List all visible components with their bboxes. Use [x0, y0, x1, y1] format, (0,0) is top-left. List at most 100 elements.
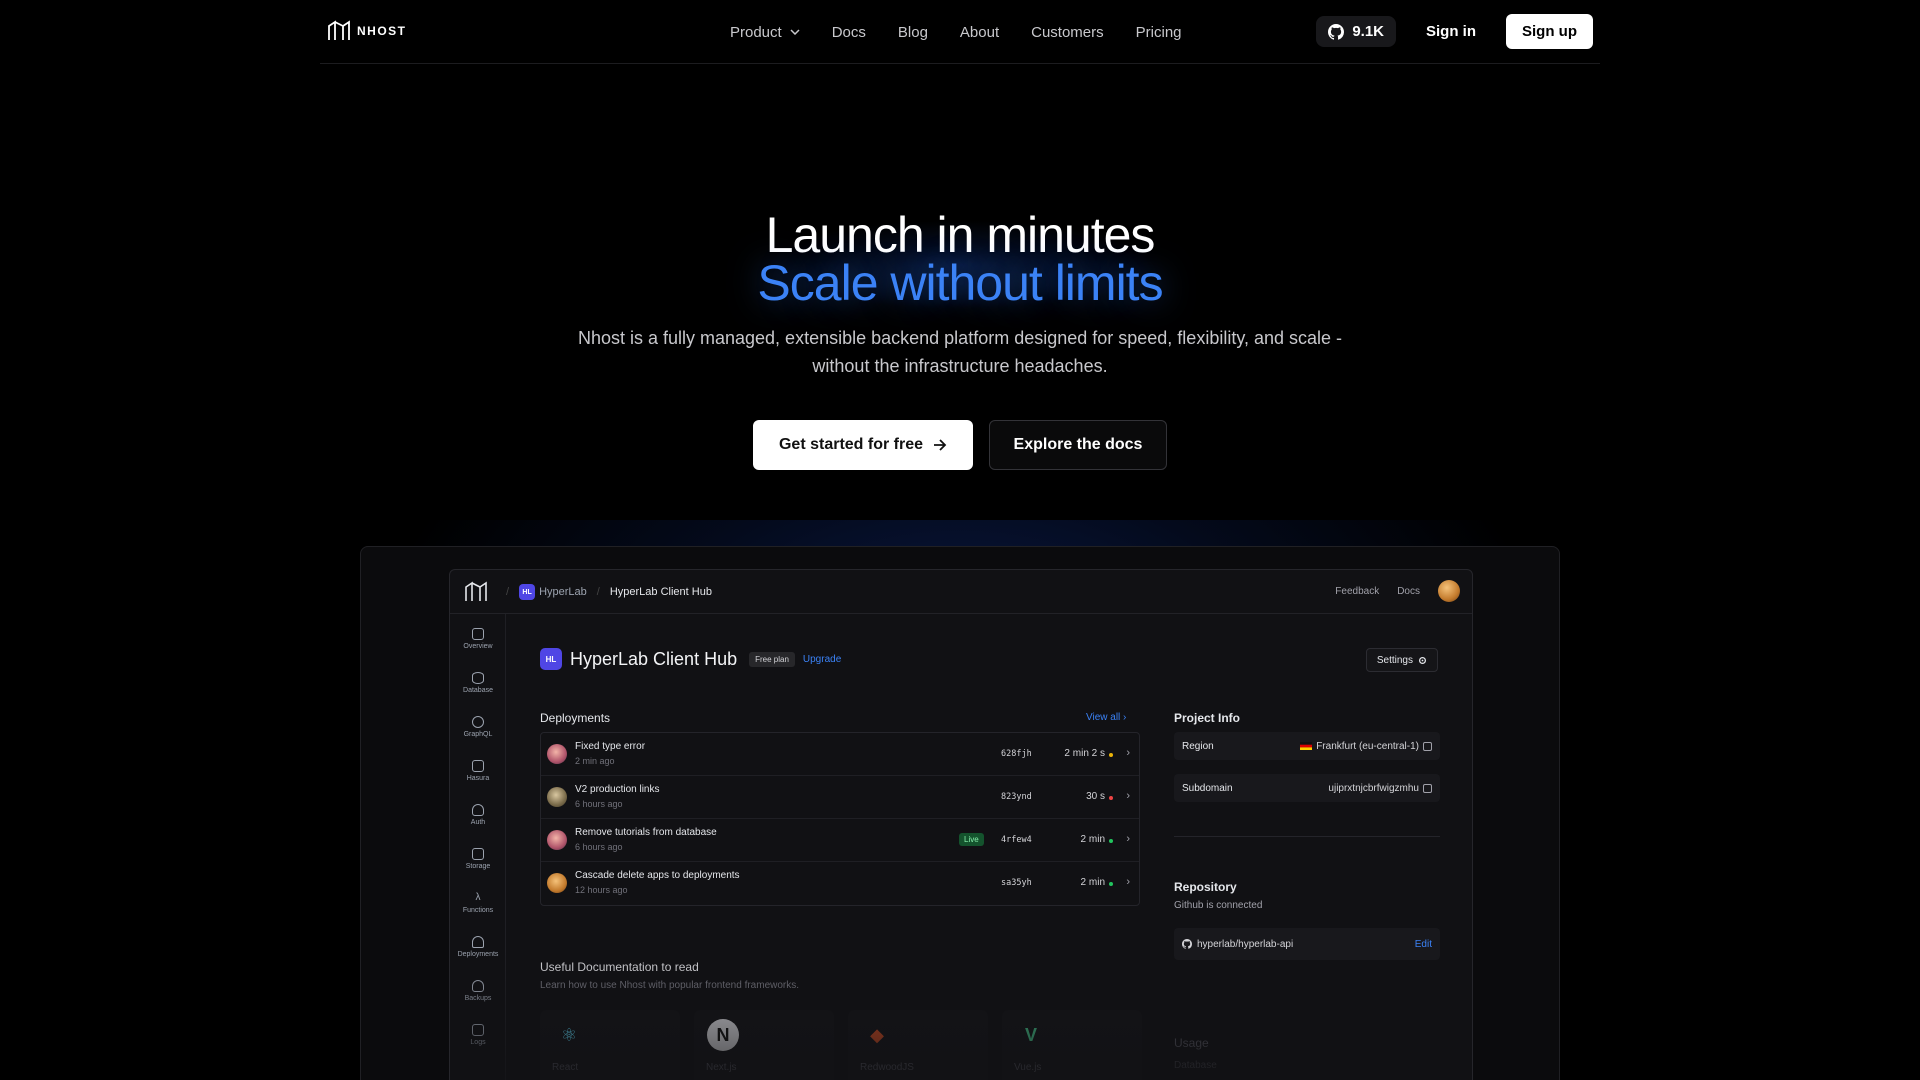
status-dot — [1109, 839, 1113, 843]
sidebar-item-label: Storage — [465, 863, 491, 870]
sidebar-item-label: Hasura — [466, 775, 490, 782]
sidebar-item-deployments[interactable]: Deployments — [450, 936, 506, 958]
sidebar-item-logs[interactable]: Logs — [450, 1024, 506, 1046]
cloud-icon — [472, 980, 484, 992]
nextjs-icon: N — [706, 1018, 740, 1052]
sidebar-item-label: Logs — [470, 1039, 486, 1046]
hero-title-line2: Scale without limits — [757, 255, 1163, 311]
framework-name: RedwoodJS — [860, 1062, 914, 1073]
chevron-right-icon: › — [1126, 747, 1130, 759]
chevron-right-icon: › — [1126, 833, 1130, 845]
deployment-time: 6 hours ago — [575, 799, 623, 809]
sidebar-item-label: Database — [463, 687, 493, 694]
framework-card-nextjs[interactable]: N Next.js — [694, 1010, 834, 1080]
author-avatar — [547, 830, 567, 850]
region-value-group: Frankfurt (eu-central-1) — [1300, 741, 1432, 752]
nhost-logo-icon[interactable] — [464, 581, 488, 603]
gear-icon — [1418, 656, 1427, 664]
nav-link-pricing[interactable]: Pricing — [1136, 24, 1182, 41]
sidebar-item-database[interactable]: Database — [450, 672, 506, 694]
org-badge-icon: HL — [519, 584, 536, 600]
sidebar-item-auth[interactable]: Auth — [450, 804, 506, 826]
framework-name: Vue.js — [1014, 1062, 1042, 1073]
breadcrumb-org[interactable]: HL HyperLab — [519, 584, 587, 600]
author-avatar — [547, 873, 567, 893]
get-started-button[interactable]: Get started for free — [753, 420, 973, 470]
deployment-row[interactable]: Fixed type error 2 min ago 628fjh 2 min … — [541, 733, 1139, 776]
view-all-link[interactable]: View all › — [1086, 712, 1126, 723]
author-avatar — [547, 787, 567, 807]
nav-link-blog[interactable]: Blog — [898, 24, 928, 41]
dashboard-topbar: / HL HyperLab / HyperLab Client Hub Feed… — [450, 570, 1472, 614]
docs-link[interactable]: Docs — [1397, 586, 1420, 597]
sidebar-item-label: Functions — [462, 907, 494, 914]
rocket-icon — [472, 936, 484, 948]
github-stars-count: 9.1K — [1352, 23, 1384, 40]
logo-text: NHOST — [357, 24, 407, 38]
vuejs-icon: V — [1024, 1024, 1037, 1045]
logs-icon — [472, 1024, 484, 1036]
chevron-right-icon: › — [1126, 876, 1130, 888]
database-icon — [472, 672, 484, 684]
sidebar-item-hasura[interactable]: Hasura — [450, 760, 506, 782]
subdomain-card: Subdomain ujiprxtnjcbrfwigzmhu — [1174, 774, 1440, 802]
github-icon — [1182, 939, 1192, 949]
nav-link-customers[interactable]: Customers — [1031, 24, 1104, 41]
deployment-row[interactable]: Cascade delete apps to deployments 12 ho… — [541, 862, 1139, 905]
sidebar-item-functions[interactable]: λ Functions — [450, 892, 506, 914]
breadcrumb-separator: / — [596, 586, 600, 598]
sign-up-button[interactable]: Sign up — [1506, 14, 1593, 49]
settings-button[interactable]: Settings — [1365, 648, 1438, 672]
nav-link-product[interactable]: Product — [730, 24, 800, 41]
nav-link-about[interactable]: About — [960, 24, 999, 41]
lambda-icon: λ — [475, 892, 481, 903]
subdomain-value-group: ujiprxtnjcbrfwigzmhu — [1328, 783, 1432, 794]
sidebar-item-storage[interactable]: Storage — [450, 848, 506, 870]
deployment-title: V2 production links — [575, 784, 660, 795]
project-badge-icon: HL — [540, 648, 562, 670]
status-dot — [1109, 882, 1113, 886]
section-divider — [1174, 836, 1440, 837]
deployment-row[interactable]: Remove tutorials from database 6 hours a… — [541, 819, 1139, 862]
sidebar-item-overview[interactable]: Overview — [450, 628, 506, 650]
deployment-duration: 2 min 2 s — [1064, 748, 1105, 759]
region-label: Region — [1182, 740, 1214, 752]
docs-section-subtitle: Learn how to use Nhost with popular fron… — [540, 980, 800, 991]
status-dot — [1109, 753, 1113, 757]
deployment-title: Cascade delete apps to deployments — [575, 870, 740, 881]
nhost-logo[interactable]: NHOST — [327, 20, 407, 42]
plan-badge: Free plan — [749, 651, 795, 667]
framework-card-redwoodjs[interactable]: ◆ RedwoodJS — [848, 1010, 988, 1080]
author-avatar — [547, 744, 567, 764]
copy-icon[interactable] — [1423, 741, 1432, 751]
nav-link-docs[interactable]: Docs — [832, 24, 866, 41]
copy-icon[interactable] — [1423, 783, 1432, 793]
user-avatar[interactable] — [1438, 580, 1460, 602]
deployment-time: 6 hours ago — [575, 842, 623, 852]
subdomain-label: Subdomain — [1182, 782, 1233, 794]
hasura-icon — [472, 760, 484, 772]
repository-card: hyperlab/hyperlab-api Edit — [1174, 928, 1440, 960]
docs-section-title: Useful Documentation to read — [540, 960, 699, 974]
nav-link-label: Product — [730, 23, 782, 41]
repository-edit-link[interactable]: Edit — [1415, 939, 1432, 950]
nav-links: Product Docs Blog About Customers Pricin… — [730, 0, 1182, 64]
explore-docs-button[interactable]: Explore the docs — [989, 420, 1167, 470]
dashboard-preview: / HL HyperLab / HyperLab Client Hub Feed… — [449, 569, 1473, 1080]
github-stars-button[interactable]: 9.1K — [1316, 16, 1396, 47]
breadcrumb-project[interactable]: HyperLab Client Hub — [610, 586, 712, 598]
deployment-duration: 2 min — [1080, 834, 1105, 845]
feedback-link[interactable]: Feedback — [1335, 586, 1379, 597]
view-all-label: View all — [1086, 712, 1121, 723]
storage-icon — [472, 848, 484, 860]
sidebar-item-graphql[interactable]: GraphQL — [450, 716, 506, 738]
upgrade-link[interactable]: Upgrade — [803, 654, 841, 665]
framework-card-vuejs[interactable]: V Vue.js — [1002, 1010, 1142, 1080]
sidebar-item-label: Auth — [470, 819, 486, 826]
deployment-row[interactable]: V2 production links 6 hours ago 823ynd 3… — [541, 776, 1139, 819]
breadcrumb-separator: / — [506, 586, 510, 598]
sidebar-item-backups[interactable]: Backups — [450, 980, 506, 1002]
framework-card-react[interactable]: ⚛ React — [540, 1010, 680, 1080]
dashboard-showcase: / HL HyperLab / HyperLab Client Hub Feed… — [360, 546, 1560, 1080]
sign-in-button[interactable]: Sign in — [1414, 23, 1488, 40]
